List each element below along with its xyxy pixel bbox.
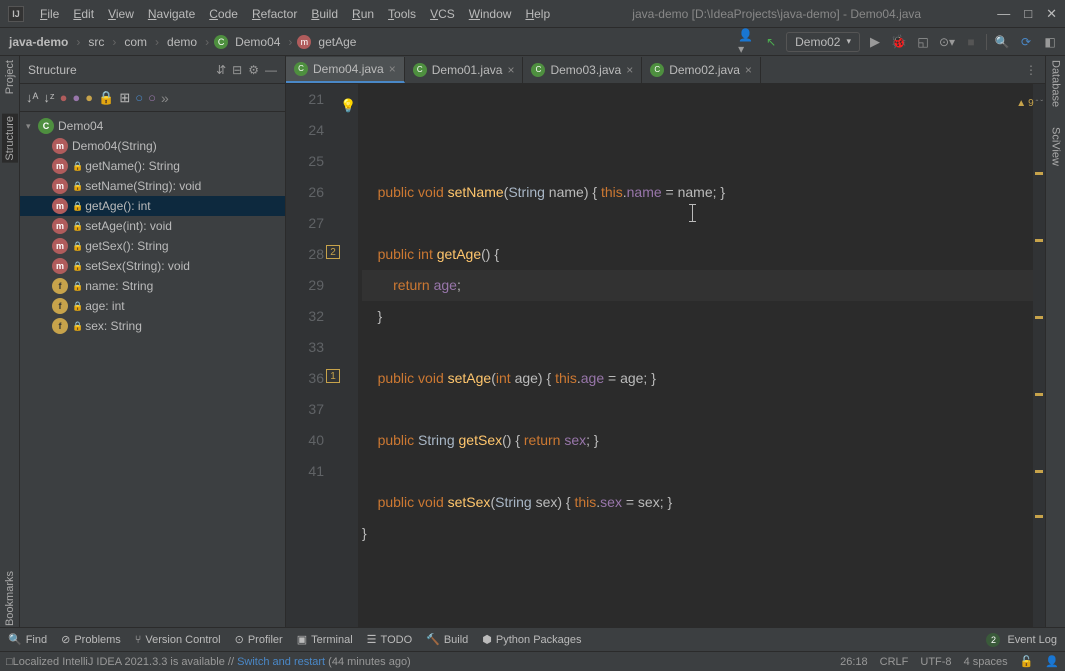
vcs-tool[interactable]: ⑂ Version Control bbox=[135, 634, 221, 646]
structure-tree: ▾CDemo04mDemo04(String)m🔒getName(): Stri… bbox=[20, 112, 285, 340]
cursor-position[interactable]: 26:18 bbox=[840, 656, 868, 668]
profile-button[interactable]: ⊙▾ bbox=[938, 33, 956, 51]
intention-bulb-icon[interactable]: 💡 bbox=[340, 90, 356, 121]
indent[interactable]: 4 spaces bbox=[964, 656, 1008, 668]
collapse-icon[interactable]: ⊟ bbox=[232, 63, 242, 77]
menu-navigate[interactable]: Navigate bbox=[142, 4, 201, 24]
user-icon[interactable]: 👤▾ bbox=[738, 33, 756, 51]
tree-item[interactable]: m🔒getName(): String bbox=[20, 156, 285, 176]
menu-run[interactable]: Run bbox=[346, 4, 380, 24]
menu-build[interactable]: Build bbox=[305, 4, 344, 24]
menu-window[interactable]: Window bbox=[463, 4, 518, 24]
code-area[interactable]: public void setName(String name) { this.… bbox=[358, 84, 1033, 636]
build-tool[interactable]: 🔨 Build bbox=[426, 633, 468, 646]
python-tool[interactable]: ⬢ Python Packages bbox=[482, 633, 581, 646]
menu-code[interactable]: Code bbox=[203, 4, 244, 24]
menu-view[interactable]: View bbox=[102, 4, 140, 24]
expand-icon[interactable]: ⇵ bbox=[216, 63, 226, 77]
tree-item[interactable]: m🔒getSex(): String bbox=[20, 236, 285, 256]
bookmarks-tool-button[interactable]: Bookmarks bbox=[4, 571, 16, 626]
tree-item[interactable]: m🔒setName(String): void bbox=[20, 176, 285, 196]
stop-button[interactable]: ■ bbox=[962, 33, 980, 51]
tree-item[interactable]: f🔒age: int bbox=[20, 296, 285, 316]
status-icon: □ bbox=[6, 656, 13, 668]
editor-tab[interactable]: CDemo01.java× bbox=[405, 57, 524, 83]
menu-tools[interactable]: Tools bbox=[382, 4, 422, 24]
editor-tab[interactable]: CDemo03.java× bbox=[523, 57, 642, 83]
search-icon[interactable]: 🔍 bbox=[993, 33, 1011, 51]
structure-tool-button[interactable]: Structure bbox=[2, 114, 18, 163]
close-tab-icon[interactable]: × bbox=[507, 63, 514, 77]
close-button[interactable]: ✕ bbox=[1046, 6, 1057, 22]
project-tool-button[interactable]: Project bbox=[4, 60, 16, 94]
window-title: java-demo [D:\IdeaProjects\java-demo] - … bbox=[556, 7, 997, 21]
tree-item[interactable]: m🔒setSex(String): void bbox=[20, 256, 285, 276]
menu-file[interactable]: File bbox=[34, 4, 65, 24]
restart-link[interactable]: Switch and restart bbox=[237, 656, 325, 668]
line-separator[interactable]: CRLF bbox=[880, 656, 909, 668]
fold-column[interactable] bbox=[342, 84, 358, 636]
tree-item[interactable]: mDemo04(String) bbox=[20, 136, 285, 156]
main-menu: FileEditViewNavigateCodeRefactorBuildRun… bbox=[34, 4, 556, 24]
tree-root[interactable]: ▾CDemo04 bbox=[20, 116, 285, 136]
tree-item[interactable]: m🔒setAge(int): void bbox=[20, 216, 285, 236]
run-config-dropdown[interactable]: Demo02▾ bbox=[786, 32, 860, 52]
editor-tabs: CDemo04.java×CDemo01.java×CDemo03.java×C… bbox=[286, 56, 1045, 84]
method-icon: m bbox=[297, 35, 311, 49]
ide-icon[interactable]: ◧ bbox=[1041, 33, 1059, 51]
status-message: Localized IntelliJ IDEA 2021.3.3 is avai… bbox=[13, 656, 828, 668]
tabs-more-icon[interactable]: ⋮ bbox=[1017, 63, 1045, 77]
debug-button[interactable]: 🐞 bbox=[890, 33, 908, 51]
menu-help[interactable]: Help bbox=[519, 4, 556, 24]
sciview-tool-button[interactable]: SciView bbox=[1050, 127, 1062, 166]
error-stripe[interactable]: ▲9ˆˇ bbox=[1033, 84, 1045, 636]
event-log[interactable]: 2Event Log bbox=[986, 633, 1057, 647]
structure-title: Structure bbox=[28, 63, 210, 77]
minimize-button[interactable]: — bbox=[997, 6, 1010, 22]
coverage-button[interactable]: ◱ bbox=[914, 33, 932, 51]
editor-tab[interactable]: CDemo04.java× bbox=[286, 57, 405, 83]
encoding[interactable]: UTF-8 bbox=[920, 656, 951, 668]
class-icon: C bbox=[214, 35, 228, 49]
inspect-icon[interactable]: 👤 bbox=[1045, 655, 1059, 668]
tree-item[interactable]: f🔒sex: String bbox=[20, 316, 285, 336]
sync-icon[interactable]: ⟳ bbox=[1017, 33, 1035, 51]
editor-tab[interactable]: CDemo02.java× bbox=[642, 57, 761, 83]
terminal-tool[interactable]: ▣ Terminal bbox=[297, 633, 353, 646]
problems-tool[interactable]: ⊘ Problems bbox=[61, 633, 121, 646]
run-button[interactable]: ▶ bbox=[866, 33, 884, 51]
close-tab-icon[interactable]: × bbox=[745, 63, 752, 77]
close-tab-icon[interactable]: × bbox=[626, 63, 633, 77]
tree-item[interactable]: m🔒getAge(): int bbox=[20, 196, 285, 216]
structure-panel: Structure ⇵ ⊟ ⚙ — ↓ᴬ ↓ᶻ ● ● ● 🔒 ⊞ ○ ○ » … bbox=[20, 56, 286, 636]
menu-vcs[interactable]: VCS bbox=[424, 4, 461, 24]
database-tool-button[interactable]: Database bbox=[1050, 60, 1062, 107]
line-gutter[interactable]: 2124252627282293233361374041 bbox=[286, 84, 342, 636]
bottom-toolbar: 🔍 Find ⊘ Problems ⑂ Version Control ⊙ Pr… bbox=[0, 627, 1065, 651]
text-cursor bbox=[692, 204, 693, 222]
find-tool[interactable]: 🔍 Find bbox=[8, 633, 47, 646]
status-bar: □ Localized IntelliJ IDEA 2021.3.3 is av… bbox=[0, 651, 1065, 671]
menu-edit[interactable]: Edit bbox=[67, 4, 100, 24]
tree-item[interactable]: f🔒name: String bbox=[20, 276, 285, 296]
close-tab-icon[interactable]: × bbox=[389, 62, 396, 76]
menu-refactor[interactable]: Refactor bbox=[246, 4, 303, 24]
todo-tool[interactable]: ☰ TODO bbox=[367, 633, 412, 646]
breadcrumb-project[interactable]: java-demo bbox=[6, 33, 71, 51]
back-arrow-icon[interactable]: ↖ bbox=[762, 33, 780, 51]
gear-icon[interactable]: ⚙ bbox=[248, 63, 259, 77]
readonly-icon[interactable]: 🔓 bbox=[1020, 655, 1034, 668]
structure-toolbar: ↓ᴬ ↓ᶻ ● ● ● 🔒 ⊞ ○ ○ » bbox=[20, 84, 285, 112]
profiler-tool[interactable]: ⊙ Profiler bbox=[235, 633, 283, 646]
breadcrumb[interactable]: java-demo › src› com› demo› CDemo04› mge… bbox=[6, 33, 359, 51]
maximize-button[interactable]: □ bbox=[1024, 6, 1032, 22]
hide-icon[interactable]: — bbox=[265, 63, 277, 77]
app-logo: IJ bbox=[8, 6, 24, 22]
